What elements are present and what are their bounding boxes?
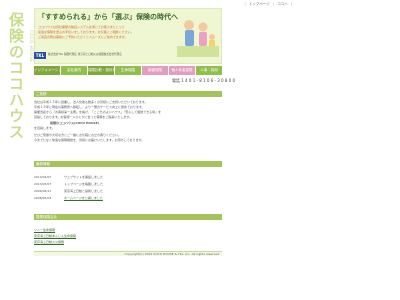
greeting-line: 当社は平成１３年に創業し、法人化後も数多くの皆様にご支持いただいております。: [34, 100, 148, 104]
news-item: 2009/06/11 東京海上日動と提携しました: [34, 189, 103, 193]
menu-item-recruit[interactable]: 人事・採用: [196, 66, 222, 75]
footer-copyright: Copyright(C) 2009 COCO HOUSE & TKL. Inc.…: [34, 251, 222, 256]
greeting-line-brand: 保険のココハウス(COCO HOUSE): [50, 121, 99, 125]
partner-link[interactable]: 東京海上日動火災保険: [34, 240, 64, 244]
news-date: 2009/06/11: [34, 189, 52, 193]
family-illustration-icon: [177, 20, 219, 57]
greeting-line: を目指します。: [34, 126, 55, 130]
topnav-home-link[interactable]: トップページ: [249, 2, 270, 6]
news-heading: 最新情報: [34, 161, 222, 167]
news-date: 2008/05/03: [34, 196, 52, 200]
greeting-line: 今までになく快適な保険相談を、皆様にお届けいたします。お待ちしております。: [34, 138, 145, 142]
topnav-coco-link[interactable]: ココハ: [277, 2, 288, 6]
partner-link[interactable]: ソニー生命保険: [34, 228, 55, 232]
partners-heading: 提携保険会社: [34, 214, 222, 220]
tkl-description: 株式会社TKL 保険代理店 東京海上日動火災保険株式会社代理店: [48, 53, 122, 56]
menu-item-property-insurance[interactable]: 損害保険: [142, 66, 168, 75]
news-text: トップページを掲載しました: [64, 182, 103, 186]
main-menu: インフォメーション 会社案内 保険比較・設計相談 生命保険 損害保険 個人年金保…: [34, 66, 222, 75]
greeting-line: 開業当初から「お客様第一主義」を掲げ、「ここちのよいハウス」「安心して相談できる…: [34, 110, 162, 114]
greeting-line: 目指しております。お客様一人ひとりに合った保険をご提案いたします。: [34, 115, 133, 119]
news-date: 2013/05/07: [34, 182, 52, 186]
tkl-logo-icon: TKL: [34, 52, 46, 59]
greeting-line: 平成１９年に現在の事務所へ移転し、より一層のサービス向上に努めております。: [34, 105, 145, 109]
header-line: 最適な保険を選ぶお手伝いをしております。お気軽にご相談ください。: [38, 30, 134, 34]
news-item: 2008/05/03 ホームページを公開しました: [34, 196, 103, 200]
greeting-heading: ご挨拶: [34, 91, 222, 97]
news-item: 2013/05/07 トップページを掲載しました: [34, 182, 103, 186]
menu-item-consultation[interactable]: 保険比較・設計相談: [88, 66, 114, 75]
news-text: 東京海上日動と提携しました: [64, 189, 104, 193]
news-date: 2014/02/07: [34, 175, 52, 179]
menu-item-pension[interactable]: 個人年金保険: [169, 66, 195, 75]
menu-item-information[interactable]: インフォメーション: [34, 66, 60, 75]
menu-item-company[interactable]: 会社案内: [61, 66, 87, 75]
partner-link[interactable]: 東京海上日動あんしん生命保険: [34, 234, 76, 238]
header-line: ご来店の際は事前にご予約いただくとスムーズにご案内できます。: [38, 35, 128, 39]
contact-phone: 電話 1 4 0 1 - 8 1 0 6 - 3 0 8 0 0: [172, 78, 236, 83]
side-logo: 保険のココハウス: [7, 12, 25, 140]
news-item: 2014/02/07 ウェブサイトを開設しました: [34, 175, 103, 179]
top-nav: | トップページ | ココハ |: [244, 2, 293, 6]
header-line: ココハウスは自社開発の独自システムを通じてお客さまにとって: [38, 25, 125, 29]
news-text: ウェブサイトを開設しました: [64, 175, 104, 179]
page-title: 「すすめられる」から「選ぶ」保険の時代へ: [38, 13, 178, 21]
news-link[interactable]: ホームページを公開しました: [64, 196, 103, 200]
greeting-line: ぜひご家族や大切な方とご一緒にお気軽にお立ち寄りください。: [34, 133, 122, 137]
menu-item-life-insurance[interactable]: 生命保険: [115, 66, 141, 75]
